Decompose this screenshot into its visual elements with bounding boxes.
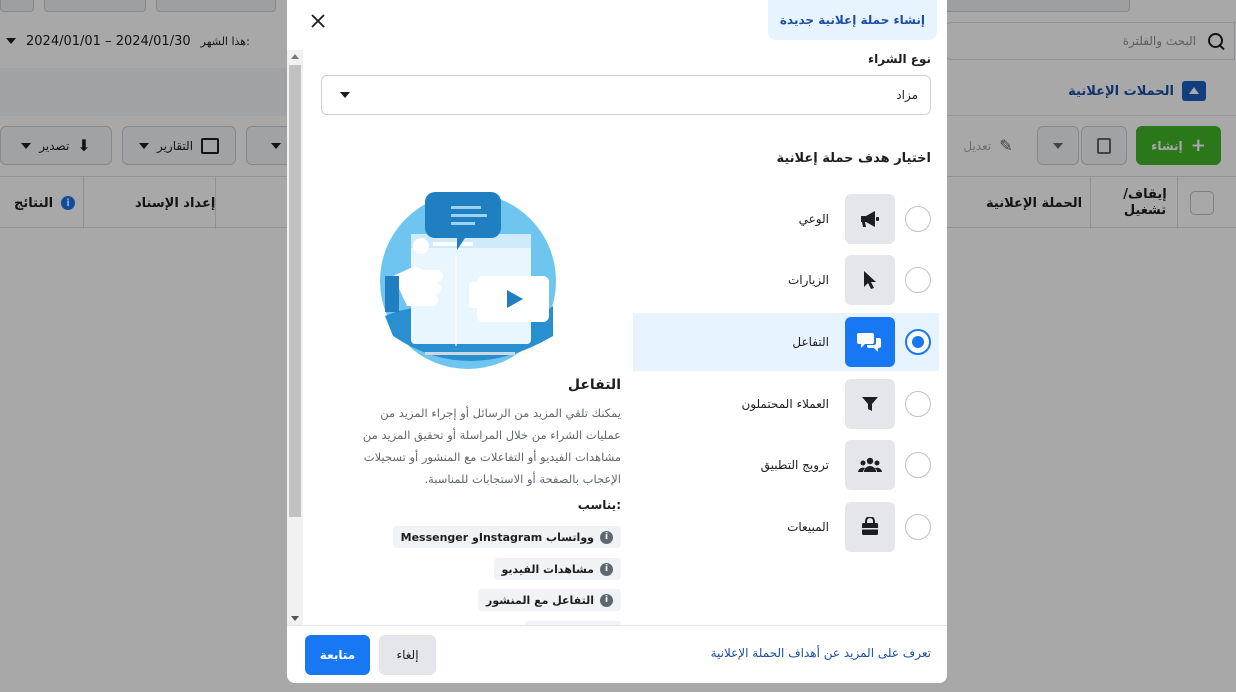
info-icon[interactable]: i bbox=[600, 530, 613, 544]
objective-label: الزيارات bbox=[787, 273, 829, 287]
objective-label: ترويج التطبيق bbox=[760, 458, 829, 472]
scroll-down-icon[interactable] bbox=[291, 616, 299, 621]
megaphone-icon bbox=[845, 194, 895, 244]
buying-type-select[interactable]: مزاد bbox=[321, 75, 931, 115]
chip-label: Messenger وInstagram وواتساب bbox=[400, 530, 594, 544]
shopping-bag-icon bbox=[845, 502, 895, 552]
scrollbar[interactable] bbox=[287, 50, 303, 625]
people-icon bbox=[845, 440, 895, 490]
objective-radio[interactable] bbox=[905, 452, 931, 478]
detail-description: يمكنك تلقي المزيد من الرسائل أو إجراء ال… bbox=[362, 406, 621, 486]
dialog-footer: متابعة إلغاء تعرف على المزيد عن أهداف ال… bbox=[287, 625, 947, 683]
close-button[interactable] bbox=[305, 8, 331, 34]
objective-label: المبيعات bbox=[787, 520, 829, 534]
good-for-chip: Messenger وInstagram وواتساب i bbox=[392, 526, 621, 548]
objective-engagement[interactable]: التفاعل bbox=[633, 313, 939, 371]
learn-more-link[interactable]: تعرف على المزيد عن أهداف الحملة الإعلاني… bbox=[711, 646, 931, 660]
objective-radio[interactable] bbox=[905, 514, 931, 540]
cursor-icon bbox=[845, 255, 895, 305]
objective-awareness[interactable]: الوعي bbox=[633, 190, 939, 248]
buying-type-value: مزاد bbox=[896, 88, 918, 102]
info-icon[interactable]: i bbox=[600, 593, 613, 607]
info-icon[interactable]: i bbox=[600, 562, 613, 576]
chip-label: التفاعل مع المنشور bbox=[486, 593, 594, 607]
scroll-thumb[interactable] bbox=[289, 65, 301, 517]
create-campaign-dialog: إنشاء حملة إعلانية جديدة نوع الشراء مزاد… bbox=[287, 0, 947, 683]
scroll-up-icon[interactable] bbox=[291, 54, 299, 59]
close-icon bbox=[311, 14, 325, 28]
chip-label: مشاهدات الفيديو bbox=[501, 562, 594, 576]
chevron-down-icon bbox=[340, 92, 350, 98]
dialog-title: إنشاء حملة إعلانية جديدة bbox=[767, 0, 937, 40]
objective-leads[interactable]: العملاء المحتملون bbox=[633, 375, 939, 433]
objective-radio[interactable] bbox=[905, 267, 931, 293]
objective-sales[interactable]: المبيعات bbox=[633, 498, 939, 556]
objective-radio[interactable] bbox=[905, 391, 931, 417]
objective-heading: اختيار هدف حملة إعلانية bbox=[776, 151, 931, 166]
engagement-illustration bbox=[380, 192, 556, 369]
objective-radio[interactable] bbox=[905, 206, 931, 232]
objective-app-promotion[interactable]: ترويج التطبيق bbox=[633, 436, 939, 494]
good-for-label: يناسب: bbox=[577, 498, 621, 512]
detail-title: التفاعل bbox=[567, 377, 621, 393]
objective-label: العملاء المحتملون bbox=[741, 397, 829, 411]
buying-type-label: نوع الشراء bbox=[868, 52, 931, 66]
cancel-button[interactable]: إلغاء bbox=[379, 635, 436, 675]
objective-traffic[interactable]: الزيارات bbox=[633, 251, 939, 309]
funnel-icon bbox=[845, 379, 895, 429]
good-for-chip: مشاهدات الفيديو i bbox=[493, 558, 621, 580]
good-for-chip: التفاعل مع المنشور i bbox=[478, 589, 621, 611]
continue-button[interactable]: متابعة bbox=[305, 635, 370, 675]
objective-label: الوعي bbox=[798, 212, 829, 226]
dialog-body: إنشاء حملة إعلانية جديدة نوع الشراء مزاد… bbox=[287, 0, 947, 627]
chat-bubbles-icon bbox=[845, 317, 895, 367]
objective-label: التفاعل bbox=[792, 335, 829, 349]
objective-radio[interactable] bbox=[905, 329, 931, 355]
